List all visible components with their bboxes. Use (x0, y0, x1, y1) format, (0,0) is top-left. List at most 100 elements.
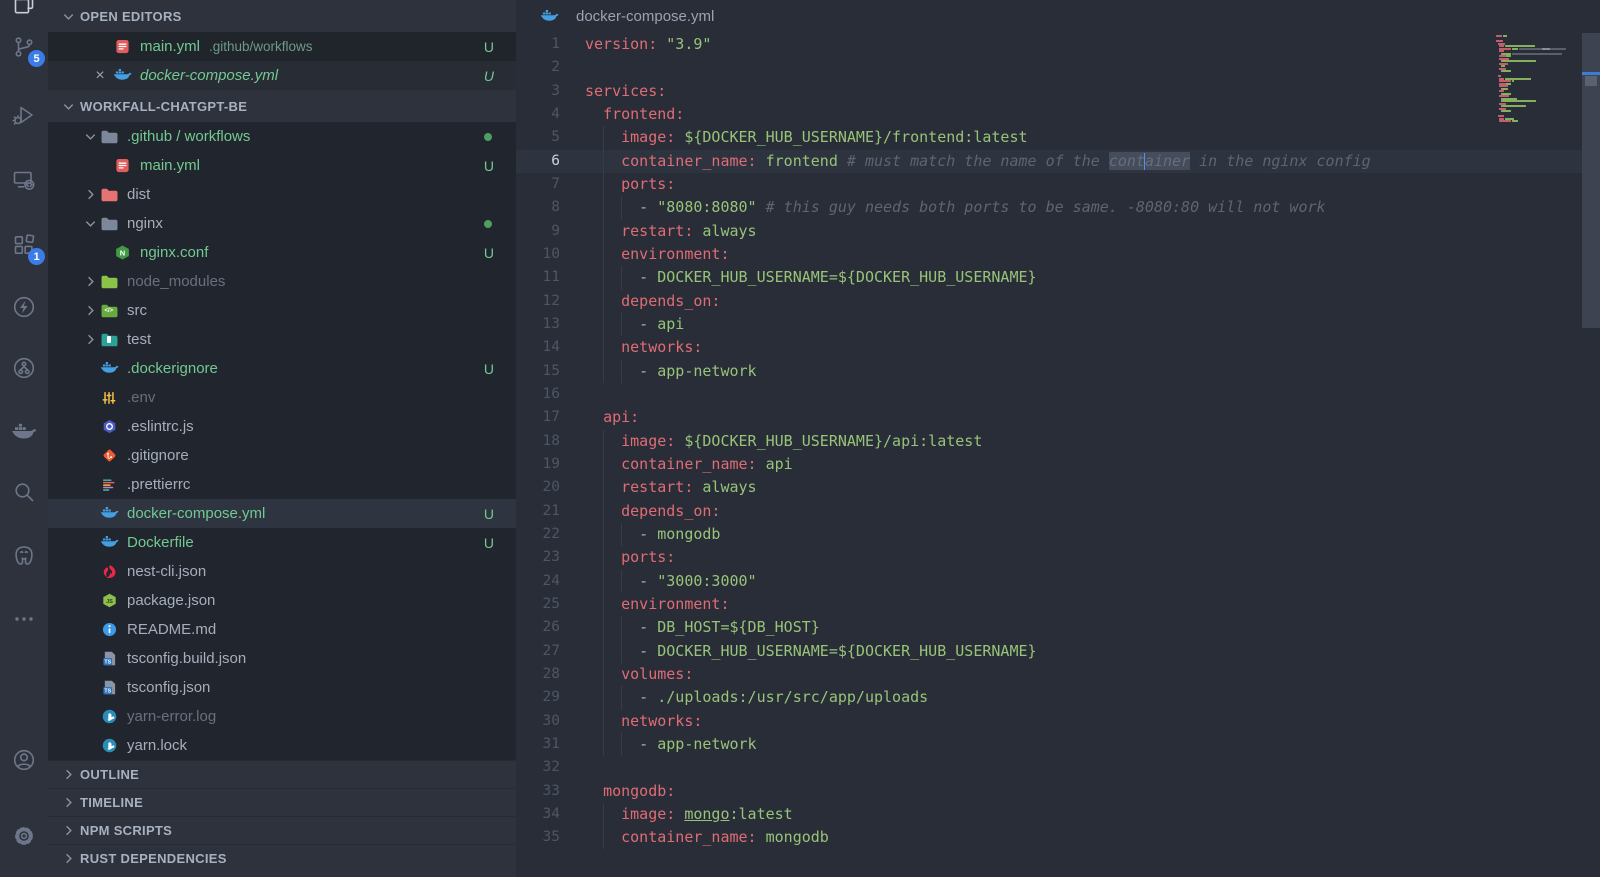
code-line[interactable]: 27 - DOCKER_HUB_USERNAME=${DOCKER_HUB_US… (516, 639, 1600, 663)
code-line[interactable]: 12 depends_on: (516, 289, 1600, 313)
panel-header-npm-scripts[interactable]: NPM SCRIPTS (48, 816, 516, 844)
tree-item-node-modules[interactable]: node_modules (48, 267, 516, 296)
source-control-icon[interactable]: 5 (0, 27, 48, 67)
panel-header-timeline[interactable]: TIMELINE (48, 788, 516, 816)
tree-item-nginx.conf[interactable]: Nnginx.conf U (48, 238, 516, 267)
code-line[interactable]: 16 (516, 383, 1600, 406)
tree-item-.github-workflows[interactable]: .github / workflows (48, 122, 516, 151)
more-icon[interactable] (0, 599, 48, 639)
line-number: 1 (551, 36, 560, 52)
chevron-down-icon (82, 129, 98, 145)
code-line[interactable]: 1 version: "3.9" (516, 33, 1600, 56)
indent-guide (603, 826, 605, 850)
code-line[interactable]: 30 networks: (516, 709, 1600, 733)
open-editor-item-docker-compose.yml[interactable]: × docker-compose.yml U (48, 61, 516, 90)
open-editors-header[interactable]: OPEN EDITORS (48, 0, 516, 32)
indent-guide (603, 196, 605, 220)
chevron-right-icon (82, 332, 98, 348)
tree-item-dockerfile[interactable]: Dockerfile U (48, 528, 516, 557)
tree-item-yarn-error.log[interactable]: yarn-error.log (48, 702, 516, 731)
tree-item-nginx[interactable]: nginx (48, 209, 516, 238)
code-line[interactable]: 28 volumes: (516, 662, 1600, 687)
code-line[interactable]: 3 services: (516, 80, 1600, 103)
minimap[interactable] (1494, 35, 1572, 123)
code-line[interactable]: 2 (516, 56, 1600, 79)
tree-item-src[interactable]: </> src (48, 296, 516, 325)
tree-item-package.json[interactable]: JS package.json (48, 586, 516, 615)
tree-item-nest-cli.json[interactable]: nest-cli.json (48, 557, 516, 586)
tree-item-.prettierrc[interactable]: .prettierrc (48, 470, 516, 499)
tree-item-docker-compose.yml[interactable]: docker-compose.yml U (48, 499, 516, 528)
nest-icon (100, 564, 118, 579)
code-line[interactable]: 20 restart: always (516, 476, 1600, 500)
gitlens-icon[interactable] (0, 348, 48, 388)
search-icon[interactable] (0, 472, 48, 512)
account-icon[interactable] (0, 740, 48, 780)
code-line[interactable]: 14 networks: (516, 336, 1600, 360)
tree-item-.gitignore[interactable]: .gitignore (48, 441, 516, 470)
code-line[interactable]: 23 ports: (516, 546, 1600, 570)
code-line[interactable]: 31 - app-network (516, 732, 1600, 757)
code-line[interactable]: 24 - "3000:3000" (516, 569, 1600, 593)
tree-item-tsconfig.json[interactable]: TS tsconfig.json (48, 673, 516, 702)
code-line[interactable]: 34 image: mongo:latest (516, 802, 1600, 827)
git-status-badge: U (483, 534, 494, 551)
code-line[interactable]: 33 mongodb: (516, 780, 1600, 803)
panel-label: OUTLINE (80, 767, 140, 782)
settings-gear-icon[interactable] (0, 816, 48, 856)
code-line[interactable]: 17 api: (516, 406, 1600, 429)
extensions-icon[interactable]: 1 (0, 225, 48, 265)
tree-item-readme.md[interactable]: README.md (48, 615, 516, 644)
panel-header-outline[interactable]: OUTLINE (48, 760, 516, 788)
tree-item-.eslintrc.js[interactable]: .eslintrc.js (48, 412, 516, 441)
docker-icon[interactable] (0, 410, 48, 450)
remote-explorer-icon[interactable] (0, 160, 48, 200)
tree-item-test[interactable]: test (48, 325, 516, 354)
prettier-icon (100, 478, 118, 492)
editor-scrollbar[interactable] (1582, 33, 1600, 877)
tree-item-main.yml[interactable]: main.yml U (48, 151, 516, 180)
activity-badge: 5 (28, 50, 45, 67)
code-line[interactable]: 7 ports: (516, 172, 1600, 197)
code-line[interactable]: 29 - ./uploads:/usr/src/app/uploads (516, 686, 1600, 710)
code-line[interactable]: 25 environment: (516, 592, 1600, 617)
open-editors-list: main.yml .github/workflows U × docker-compos… (48, 32, 516, 90)
thunder-client-icon[interactable] (0, 287, 48, 327)
code-line[interactable]: 11 - DOCKER_HUB_USERNAME=${DOCKER_HUB_US… (516, 266, 1600, 290)
code-line[interactable]: 26 - DB_HOST=${DB_HOST} (516, 616, 1600, 640)
tree-item-tsconfig.build.json[interactable]: TS tsconfig.build.json (48, 644, 516, 673)
postgresql-icon[interactable] (0, 536, 48, 576)
code-line[interactable]: 35 container_name: mongodb (516, 826, 1600, 850)
minimap-line (1494, 120, 1572, 123)
close-icon[interactable]: × (92, 67, 108, 85)
tree-item-.dockerignore[interactable]: .dockerignore U (48, 354, 516, 383)
tree-item-dist[interactable]: dist (48, 180, 516, 209)
tree-item-.env[interactable]: .env (48, 383, 516, 412)
code-line[interactable]: 32 (516, 756, 1600, 779)
project-header[interactable]: WORKFALL-CHATGPT-BE (48, 90, 516, 122)
code-line[interactable]: 19 container_name: api (516, 452, 1600, 477)
code-line[interactable]: 15 - app-network (516, 359, 1600, 383)
code-line[interactable]: 22 - mongodb (516, 522, 1600, 547)
code-line[interactable]: 9 restart: always (516, 219, 1600, 243)
scrollbar-thumb[interactable] (1585, 76, 1597, 86)
code-line[interactable]: 18 image: ${DOCKER_HUB_USERNAME}/api:lat… (516, 429, 1600, 453)
code-line[interactable]: 8 - "8080:8080" # this guy needs both po… (516, 196, 1600, 220)
run-debug-icon[interactable] (0, 95, 48, 135)
panel-header-rust-dependencies[interactable]: RUST DEPENDENCIES (48, 844, 516, 872)
code-line[interactable]: 21 depends_on: (516, 499, 1600, 523)
line-number: 20 (542, 479, 560, 496)
code-line[interactable]: 4 frontend: (516, 103, 1600, 126)
indent-guide (603, 359, 605, 383)
tree-item-yarn.lock[interactable]: yarn.lock (48, 731, 516, 760)
code-line[interactable]: 5 image: ${DOCKER_HUB_USERNAME}/frontend… (516, 126, 1600, 150)
files-icon[interactable] (0, 0, 48, 24)
indent-guide (603, 616, 605, 640)
open-editor-item-main.yml[interactable]: main.yml .github/workflows U (48, 32, 516, 61)
code-line[interactable]: 13 - api (516, 312, 1600, 337)
code-line[interactable]: 6 container_name: frontend # must match … (516, 149, 1600, 173)
editor-breadcrumb[interactable]: docker-compose.yml (516, 0, 1600, 33)
code-line[interactable]: 10 environment: (516, 242, 1600, 267)
indent-guide (603, 709, 605, 733)
node-icon: JS (100, 593, 118, 608)
